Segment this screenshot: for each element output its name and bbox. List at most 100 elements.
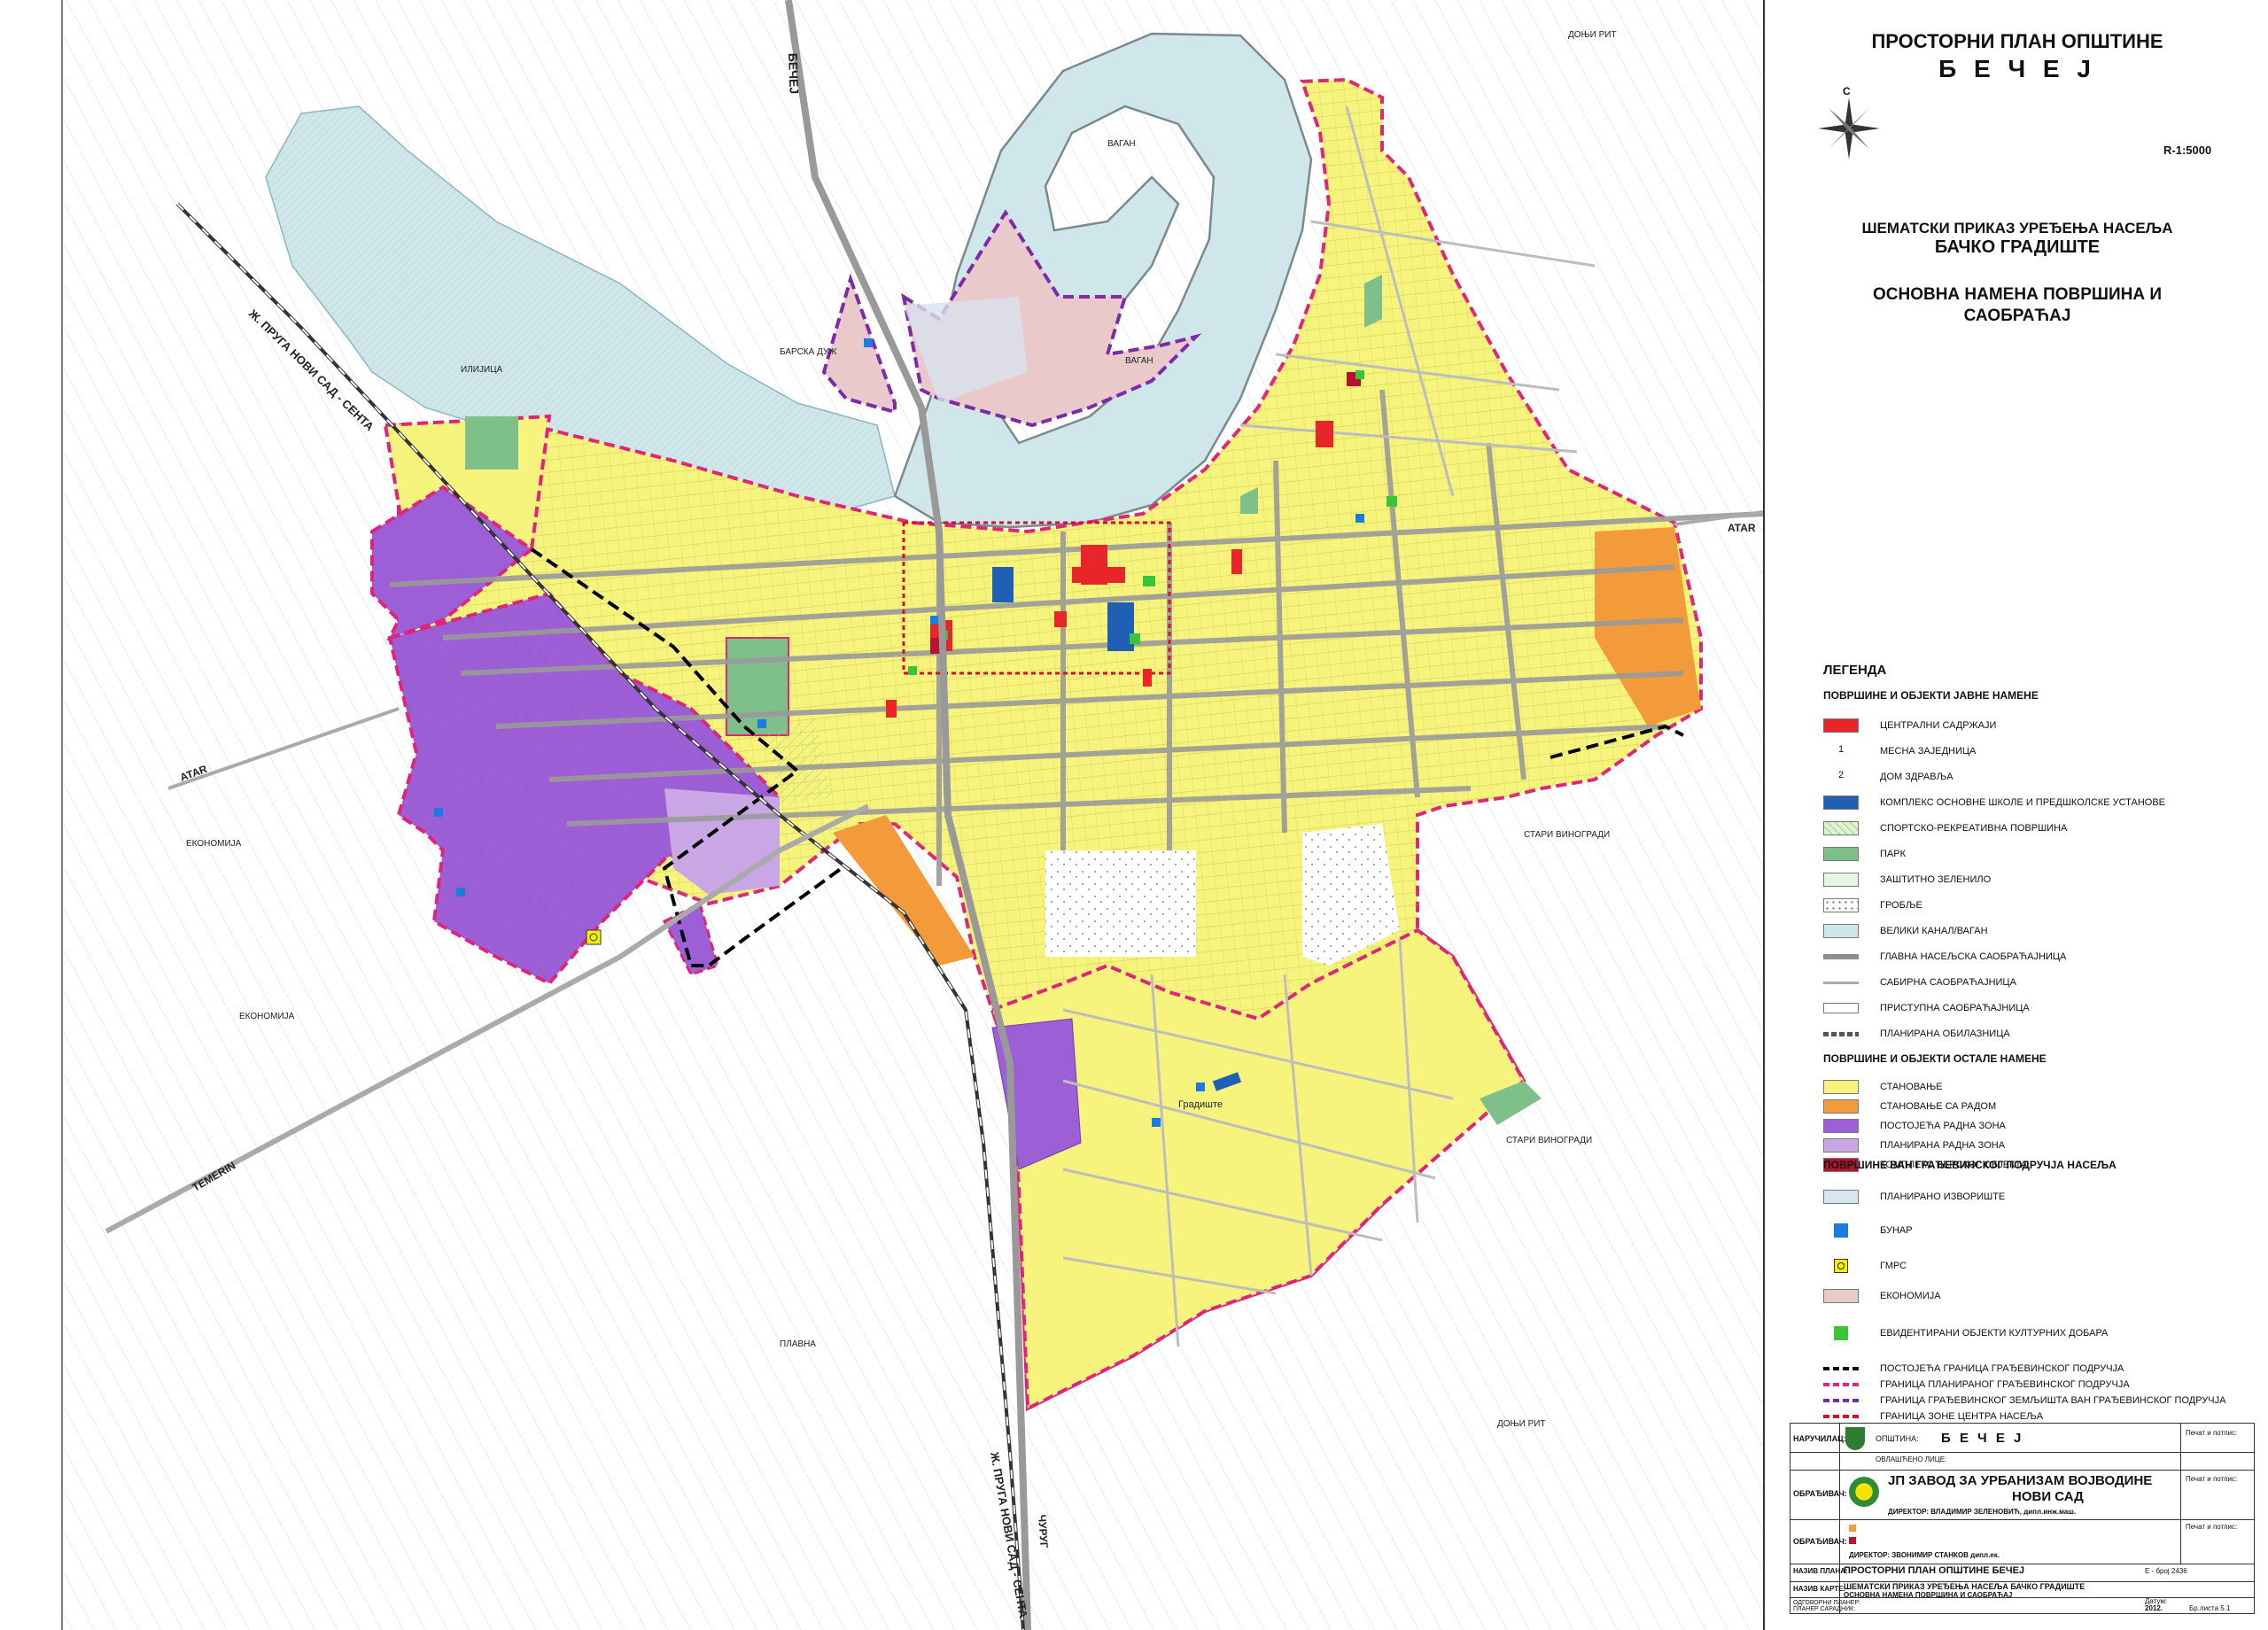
legend-items_outside-item: ЕВИДЕНТИРАНИ ОБЈЕКТИ КУЛТУРНИХ ДОБАРА (1823, 1323, 2108, 1343)
label-stari-vinogradi-1: СТАРИ ВИНОГРАДИ (1524, 830, 1610, 840)
label-stari-vinogradi-2: СТАРИ ВИНОГРАДИ (1506, 1136, 1592, 1145)
label-curug: ЧУРУГ (1036, 1514, 1051, 1548)
legend-items_other-item: ПОСТОЈЕЋА РАДНА ЗОНА (1823, 1116, 2006, 1136)
institute-logo-icon (1849, 1477, 1879, 1507)
legend-swatch (1823, 873, 1859, 887)
label-vagan-2: ВАГАН (1125, 356, 1153, 366)
municipality-crest-icon (1845, 1427, 1865, 1450)
legend-number-marker: 1 (1837, 744, 1845, 755)
label-barska-dug: БАРСКА ДУЖ (780, 347, 837, 357)
sheet-name-2: ОСНОВНА НАМЕНА ПОВРШИНА И САОБРАЋАЈ (1844, 1591, 2013, 1599)
legend-items_public-label: ПАРК (1880, 849, 1906, 859)
label-vagan-1: ВАГАН (1107, 139, 1136, 149)
legend-swatch (1823, 1138, 1859, 1153)
legend-items_public-label: ВЕЛИКИ КАНАЛ/ВАГАН (1880, 926, 1988, 936)
legend-number-marker: 2 (1837, 770, 1845, 780)
date-value: 2012. (2145, 1604, 2163, 1612)
legend-items_bounds-label: ГРАНИЦА ЗОНЕ ЦЕНТРА НАСЕЉА (1880, 1411, 2044, 1422)
legend-swatch (1823, 954, 1859, 959)
maker-label: ОБРАЂИВАЧ: (1793, 1489, 1847, 1498)
legend-items_outside-label: БУНАР (1880, 1225, 1913, 1236)
legend-items_other-item: СТАНОВАЊЕ (1823, 1077, 1943, 1097)
legend-items_other-label: СТАНОВАЊЕ СА РАДОМ (1880, 1101, 1997, 1112)
maker2-swatch-1 (1849, 1525, 1856, 1532)
legend-boundary-line (1823, 1399, 1859, 1402)
institute-name-2: НОВИ САД (2012, 1489, 2084, 1504)
legend-items_public-item: КОМПЛЕКС ОСНОВНЕ ШКОЛЕ И ПРЕДШКОЛСКЕ УСТ… (1823, 793, 2165, 812)
sign-label-2: Печат и потпис: (2186, 1475, 2238, 1483)
director-2: ДИРЕКТОР: ЗВОНИМИР СТАНКОВ дипл.ек. (1849, 1551, 2000, 1559)
maker2-swatch-2 (1849, 1537, 1856, 1544)
legend-items_public-item: САБИРНА САОБРАЋАЈНИЦА (1823, 973, 2016, 992)
client-label: НАРУЧИЛАЦ: (1793, 1434, 1846, 1443)
legend-items_outside-item: ГМРС (1823, 1256, 1907, 1276)
plan-name: ПРОСТОРНИ ПЛАН ОПШТИНЕ БЕЧЕЈ (1844, 1565, 2025, 1576)
legend-swatch (1823, 1080, 1859, 1094)
legend-items_other-label: ПЛАНИРАНА РАДНА ЗОНА (1880, 1140, 2006, 1151)
subtitle-2: БАЧКО ГРАДИШТЕ (1934, 237, 2101, 257)
legend-boundary-line (1823, 1367, 1859, 1370)
legend-items_public-item: ВЕЛИКИ КАНАЛ/ВАГАН (1823, 921, 1988, 941)
legend-items_other-item: СТАНОВАЊЕ СА РАДОМ (1823, 1097, 1996, 1116)
legend-items_public-item: ПРИСТУПНА САОБРАЋАЈНИЦА (1823, 998, 2030, 1018)
legend-items_other-label: ПОСТОЈЕЋА РАДНА ЗОНА (1880, 1121, 2006, 1131)
legend-items_public-item: ЗАШТИТНО ЗЕЛЕНИЛО (1823, 870, 1991, 889)
legend-items_outside-label: ЕКОНОМИЈА (1880, 1291, 1941, 1301)
plan-title: ПРОСТОРНИ ПЛАН ОПШТИНЕ (1871, 30, 2163, 52)
legend-swatch (1823, 821, 1859, 835)
settlement-map: БЕЧЕЈ Ж. ПРУГА НОВИ САД - СЕНТА Ж. ПРУГА… (0, 0, 1763, 1630)
north-label: С (1843, 85, 1851, 97)
municipality-title: Б Е Ч Е Ј (1938, 55, 2096, 82)
park-northwest (465, 416, 518, 470)
label-donji-rit-2: ДОЊИ РИТ (1497, 1419, 1546, 1429)
municipality-label: ОПШТИНА: (1876, 1434, 1919, 1443)
legend-panel: ПРОСТОРНИ ПЛАН ОПШТИНЕ Б Е Ч Е Ј С R-1:5… (1763, 0, 2268, 1630)
legend-items_public-item: 2 ДОМ ЗДРАВЉА (1823, 767, 1953, 787)
legend-items_public-label: ПЛАНИРАНА ОБИЛАЗНИЦА (1880, 1028, 2010, 1039)
legend-swatch (1823, 1119, 1859, 1133)
legend-swatch (1823, 1289, 1859, 1303)
legend-items_other-label: СТАНОВАЊЕ (1880, 1082, 1943, 1092)
label-economy-1: ЕКОНОМИЈА (186, 839, 242, 849)
sheet-label: НАЗИВ КАРТЕ: (1793, 1585, 1846, 1593)
legend-items_public-label: ПРИСТУПНА САОБРАЋАЈНИЦА (1880, 1003, 2030, 1013)
legend-section-public: ПОВРШИНЕ И ОБЈЕКТИ ЈАВНЕ НАМЕНЕ (1823, 689, 2039, 702)
legend-boundary-line (1823, 1383, 1859, 1386)
legend-items_bounds-label: ГРАНИЦА ГРАЂЕВИНСКОГ ЗЕМЉИШТА ВАН ГРАЂЕВ… (1880, 1395, 2226, 1406)
legend-items_public-label: КОМПЛЕКС ОСНОВНЕ ШКОЛЕ И ПРЕДШКОЛСКЕ УСТ… (1880, 797, 2166, 808)
maker2-label: ОБРАЂИВАЧ: (1793, 1537, 1847, 1546)
legend-items_public-item: ГЛАВНА НАСЕЉСКА САОБРАЋАЈНИЦА (1823, 947, 2066, 966)
legend-swatch (1823, 1031, 1859, 1036)
sign-label-1: Печат и потпис: (2186, 1429, 2238, 1437)
legend-items_public-item: ГРОБЉЕ (1823, 896, 1922, 915)
legend-heading: ЛЕГЕНДА (1823, 663, 1887, 678)
legend-items_public-item: ПЛАНИРАНА ОБИЛАЗНИЦА (1823, 1024, 2010, 1044)
label-gradiste: Градиште (1178, 1099, 1223, 1110)
park-east (1364, 275, 1382, 328)
legend-section-other: ПОВРШИНЕ И ОБЈЕКТИ ОСТАЛЕ НАМЕНЕ (1823, 1052, 2047, 1065)
legend-items_public-label: ЗАШТИТНО ЗЕЛЕНИЛО (1880, 874, 1992, 885)
title-block: НАРУЧИЛАЦ: ОПШТИНА: Б Е Ч Е Ј Печат и по… (1790, 1423, 2255, 1614)
sheet-name-1: ШЕМАТСКИ ПРИКАЗ УРЕЂЕЊА НАСЕЉА БАЧКО ГРА… (1844, 1582, 2085, 1591)
legend-items_outside-label: ЕВИДЕНТИРАНИ ОБЈЕКТИ КУЛТУРНИХ ДОБАРА (1880, 1328, 2109, 1339)
legend-swatch (1823, 718, 1859, 733)
legend-swatch (1823, 1190, 1859, 1204)
label-road-north: БЕЧЕЈ (786, 53, 802, 95)
legend-swatch (1823, 1099, 1859, 1114)
legend-items_outside-label: ГМРС (1880, 1261, 1907, 1271)
legend-swatch (1823, 847, 1859, 861)
well-icon (1834, 1223, 1848, 1238)
legend-items_public-item: СПОРТСКО-РЕКРЕАТИВНА ПОВРШИНА (1823, 819, 2067, 838)
legend-items_public-label: ДОМ ЗДРАВЉА (1880, 772, 1953, 782)
plan-label: НАЗИВ ПЛАНА: (1793, 1567, 1848, 1575)
label-atar-right: ATAR (1728, 522, 1756, 534)
legend-items_public-item: ЦЕНТРАЛНИ САДРЖАЈИ (1823, 716, 1996, 735)
subtitle-1: ШЕМАТСКИ ПРИКАЗ УРЕЂЕЊА НАСЕЉА (1861, 220, 2173, 237)
heritage-icon (1834, 1326, 1848, 1340)
legend-items_outside-item: ПЛАНИРАНО ИЗВОРИШТЕ (1823, 1187, 2005, 1207)
compass-rose-icon (1818, 97, 1880, 159)
sign-label-3: Печат и потпис: (2186, 1523, 2238, 1531)
legend-items_public-label: МЕСНА ЗАЈЕДНИЦА (1880, 746, 1977, 757)
legend-items_public-label: ГЛАВНА НАСЕЉСКА САОБРАЋАЈНИЦА (1880, 951, 2067, 962)
legend-swatch (1823, 1003, 1859, 1013)
